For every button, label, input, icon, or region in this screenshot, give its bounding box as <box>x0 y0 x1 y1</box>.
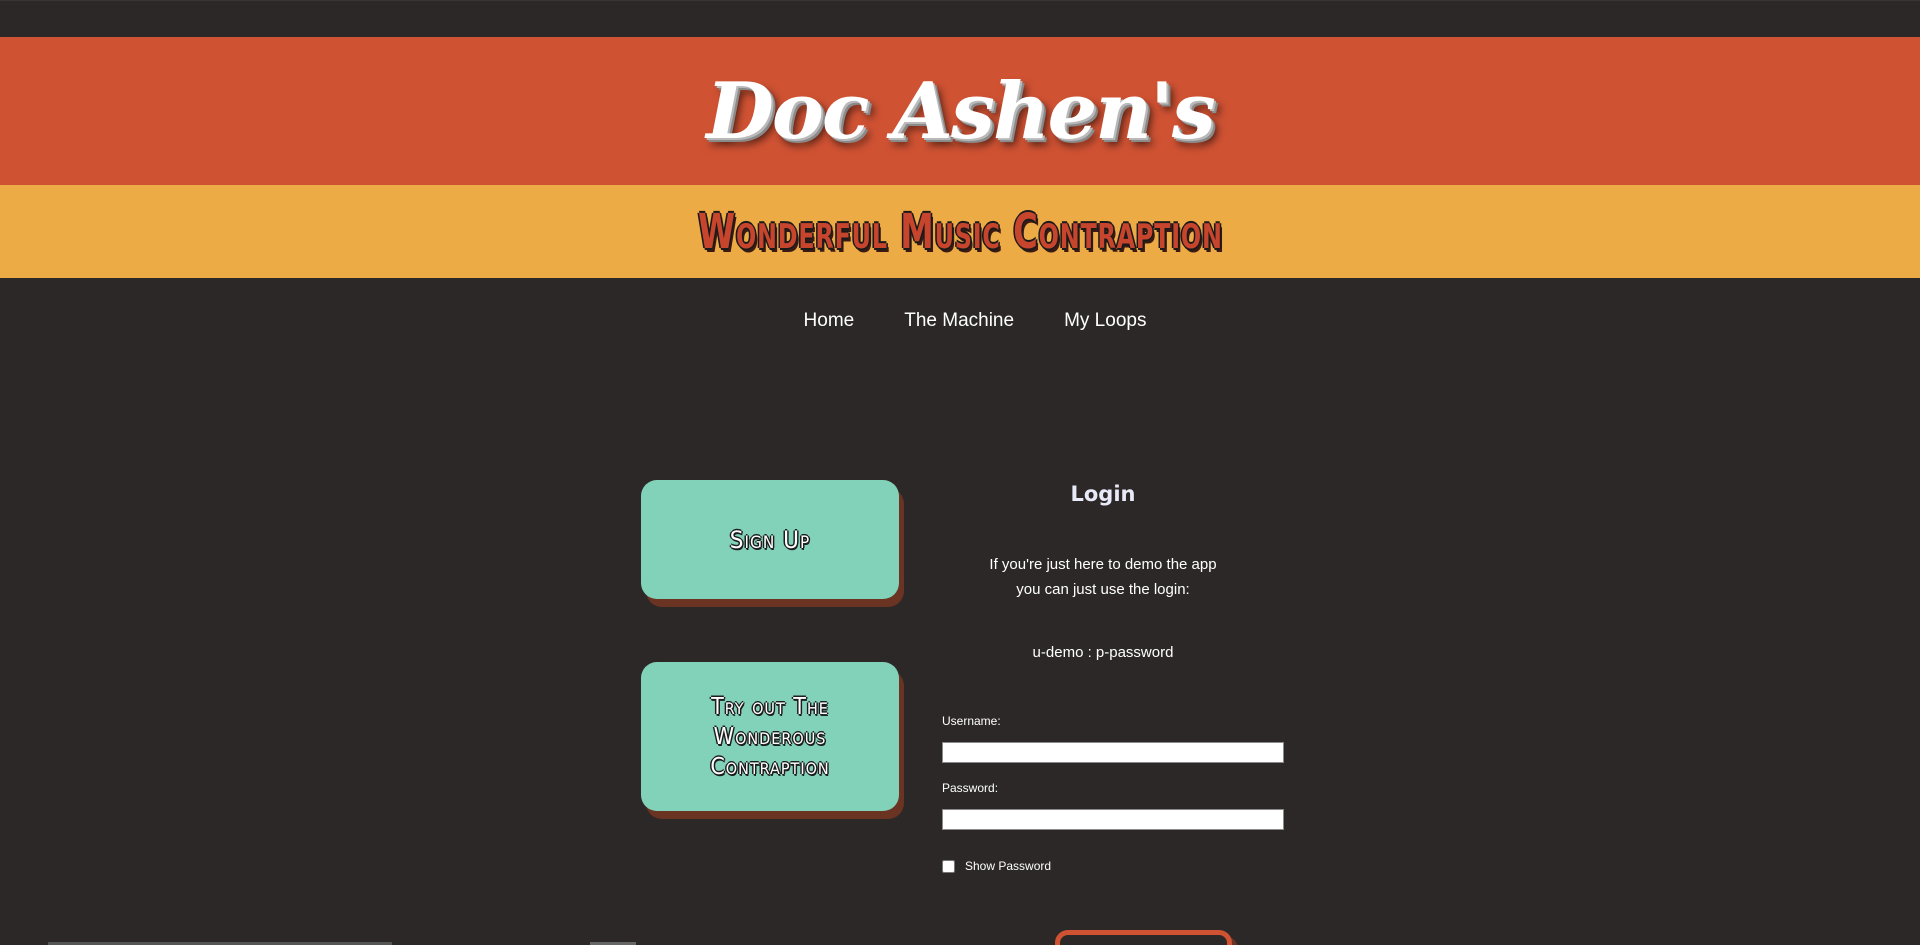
show-password-checkbox[interactable] <box>942 859 955 873</box>
site-header: Doc Ashen's Wonderful Music Contraption <box>0 37 1920 278</box>
subtitle-banner: Wonderful Music Contraption <box>0 185 1920 278</box>
username-label: Username: <box>942 714 1001 728</box>
demo-note-line-1: If you're just here to demo the app <box>989 556 1217 573</box>
demo-note-line-2: you can just use the login: <box>1016 581 1190 598</box>
try-out-contraption-button[interactable]: Try out The Wonderous Contraption <box>641 662 899 811</box>
username-input[interactable] <box>942 742 1284 763</box>
login-button[interactable]: LOGIN <box>1055 930 1232 945</box>
demo-note: If you're just here to demo the app you … <box>942 552 1264 602</box>
brand-title: Doc Ashen's <box>706 65 1216 157</box>
sign-up-button[interactable]: Sign Up <box>641 480 899 599</box>
nav-link-my-loops[interactable]: My Loops <box>1064 310 1146 332</box>
nav-link-the-machine[interactable]: The Machine <box>904 310 1014 332</box>
login-title: Login <box>1070 482 1136 506</box>
main-content: Sign Up Try out The Wonderous Contraptio… <box>0 363 1920 945</box>
show-password-label[interactable]: Show Password <box>965 859 1051 873</box>
password-label: Password: <box>942 781 999 795</box>
show-password-row: Show Password <box>942 859 1051 873</box>
nav-link-home[interactable]: Home <box>804 310 855 332</box>
demo-credentials: u-demo : p-password <box>1032 644 1174 661</box>
top-strip <box>0 0 1920 37</box>
main-nav: Home The Machine My Loops <box>0 278 1920 363</box>
site-subtitle: Wonderful Music Contraption <box>697 203 1223 260</box>
password-input[interactable] <box>942 809 1284 830</box>
brand-banner: Doc Ashen's <box>0 37 1920 185</box>
